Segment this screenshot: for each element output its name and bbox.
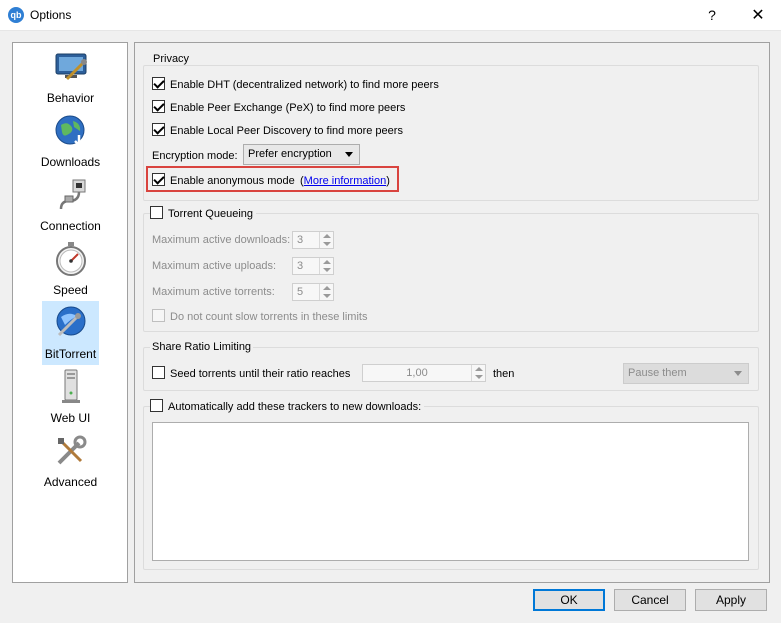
max-uploads-value: 3 (297, 260, 304, 272)
anonymous-mode-label: Enable anonymous mode (170, 175, 295, 187)
dht-checkbox-box[interactable] (152, 77, 165, 90)
max-downloads-label: Maximum active downloads: (152, 234, 291, 246)
encryption-mode-label-text: Encryption mode: (152, 150, 238, 162)
sidebar-item-label: Downloads (40, 155, 101, 169)
more-information-link[interactable]: More information (304, 175, 387, 187)
ok-button[interactable]: OK (533, 589, 605, 611)
seed-ratio-checkbox-box[interactable] (152, 366, 165, 379)
advanced-tools-icon (57, 435, 87, 465)
bittorrent-icon (56, 306, 86, 337)
anonymous-mode-checkbox[interactable]: Enable anonymous mode (152, 172, 295, 188)
dht-label: Enable DHT (decentralized network) to fi… (170, 79, 439, 91)
seed-ratio-label: Seed torrents until their ratio reaches (170, 368, 351, 380)
sidebar-item-label: Advanced (43, 475, 98, 489)
web-ui-icon (62, 369, 80, 403)
spinner-arrows-icon[interactable] (319, 232, 333, 248)
encryption-mode-label: Encryption mode: (152, 147, 238, 163)
share-ratio-title: Share Ratio Limiting (150, 341, 254, 353)
paren-close: ) (386, 175, 390, 187)
then-label: then (493, 368, 515, 380)
torrent-queueing-checkbox[interactable]: Torrent Queueing (150, 205, 256, 221)
max-downloads-spinbox[interactable]: 3 (292, 231, 334, 249)
qbittorrent-app-icon: qb (8, 7, 24, 23)
close-button[interactable]: ✕ (740, 2, 776, 29)
cancel-button[interactable]: Cancel (614, 589, 686, 611)
spinner-arrows-icon[interactable] (319, 284, 333, 300)
help-button[interactable]: ? (698, 2, 726, 29)
max-downloads-value: 3 (297, 234, 304, 246)
trackers-textarea[interactable] (152, 422, 749, 561)
max-uploads-label: Maximum active uploads: (152, 260, 277, 272)
spinner-arrows-icon[interactable] (471, 365, 485, 381)
slow-torrents-checkbox[interactable]: Do not count slow torrents in these limi… (152, 308, 367, 324)
ratio-spinbox[interactable]: 1,00 (362, 364, 486, 382)
sidebar-item-bittorrent[interactable]: BitTorrent (42, 301, 99, 365)
sidebar-item-label: BitTorrent (44, 347, 97, 361)
chevron-down-icon (345, 152, 353, 157)
ratio-action-value: Pause them (628, 367, 687, 379)
sidebar-item-label: Behavior (46, 91, 95, 105)
connection-icon (59, 179, 86, 210)
torrent-queueing-title: Torrent Queueing (168, 208, 253, 220)
speed-stopwatch-icon (56, 242, 86, 276)
spinner-arrows-icon[interactable] (319, 258, 333, 274)
lpd-label: Enable Local Peer Discovery to find more… (170, 125, 403, 137)
lpd-checkbox-box[interactable] (152, 123, 165, 136)
ratio-action-dropdown[interactable]: Pause them (623, 363, 749, 384)
sidebar-item-behavior[interactable]: Behavior (14, 45, 127, 109)
apply-button[interactable]: Apply (695, 589, 767, 611)
slow-torrents-label: Do not count slow torrents in these limi… (170, 311, 368, 323)
more-information-link-row: (More information) (300, 172, 390, 188)
dht-checkbox[interactable]: Enable DHT (decentralized network) to fi… (152, 76, 439, 92)
seed-ratio-checkbox[interactable]: Seed torrents until their ratio reaches (152, 365, 350, 381)
encryption-mode-dropdown[interactable]: Prefer encryption (243, 144, 360, 165)
downloads-globe-icon (55, 115, 85, 147)
sidebar-item-connection[interactable]: Connection (14, 173, 127, 237)
torrent-queueing-checkbox-box[interactable] (150, 206, 163, 219)
lpd-checkbox[interactable]: Enable Local Peer Discovery to find more… (152, 122, 403, 138)
title-bar: qb Options ? ✕ (0, 0, 781, 31)
window-title: Options (30, 8, 72, 22)
add-trackers-checkbox[interactable]: Automatically add these trackers to new … (150, 398, 425, 414)
max-uploads-spinbox[interactable]: 3 (292, 257, 334, 275)
sidebar-item-speed[interactable]: Speed (14, 237, 127, 301)
sidebar-item-label: Speed (53, 283, 88, 297)
ratio-value: 1,00 (406, 367, 428, 379)
sidebar-item-downloads[interactable]: Downloads (14, 109, 127, 173)
sidebar-item-advanced[interactable]: Advanced (14, 429, 127, 493)
pex-checkbox[interactable]: Enable Peer Exchange (PeX) to find more … (152, 99, 405, 115)
add-trackers-label: Automatically add these trackers to new … (168, 401, 422, 413)
sidebar-item-label: Web UI (50, 411, 91, 425)
pex-label: Enable Peer Exchange (PeX) to find more … (170, 102, 406, 114)
sidebar-item-web-ui[interactable]: Web UI (14, 365, 127, 429)
chevron-down-icon (734, 371, 742, 376)
encryption-mode-value: Prefer encryption (248, 148, 332, 160)
options-sidebar: Behavior Downloads Connection Speed BitT… (12, 42, 128, 583)
behavior-icon (55, 53, 87, 81)
sidebar-item-label: Connection (40, 219, 101, 233)
slow-torrents-checkbox-box[interactable] (152, 309, 165, 322)
max-torrents-spinbox[interactable]: 5 (292, 283, 334, 301)
add-trackers-checkbox-box[interactable] (150, 399, 163, 412)
max-torrents-label: Maximum active torrents: (152, 286, 275, 298)
anonymous-mode-checkbox-box[interactable] (152, 173, 165, 186)
max-torrents-value: 5 (297, 286, 304, 298)
privacy-group-title: Privacy (151, 53, 192, 65)
pex-checkbox-box[interactable] (152, 100, 165, 113)
